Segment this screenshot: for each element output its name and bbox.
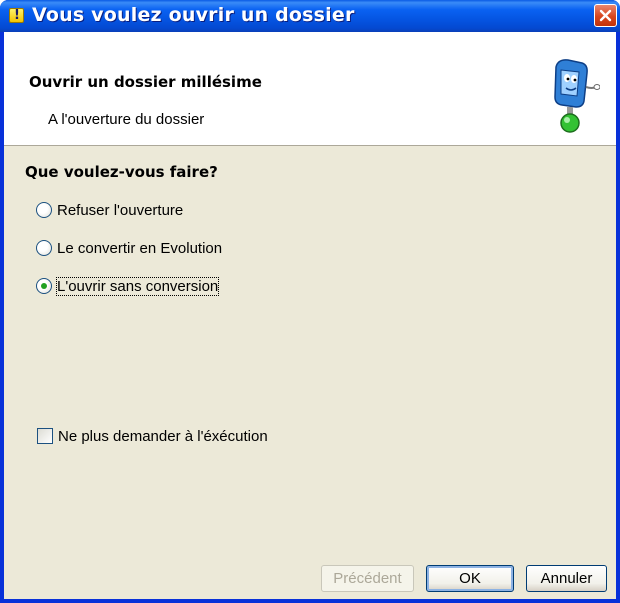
dont-ask-again-label[interactable]: Ne plus demander à l'éxécution [58,428,268,445]
header-title: Ouvrir un dossier millésime [29,73,262,91]
dialog-window: Vous voulez ouvrir un dossier Ouvrir un … [0,0,620,603]
header-subtitle: A l'ouverture du dossier [48,111,205,128]
dont-ask-again-checkbox[interactable]: Ne plus demander à l'éxécution [37,426,268,446]
radio-button[interactable] [36,240,52,256]
ok-button[interactable]: OK [426,565,514,592]
radio-button-selected[interactable] [36,278,52,294]
option-open-label[interactable]: L'ouvrir sans conversion [55,276,220,296]
option-convert-label[interactable]: Le convertir en Evolution [57,240,222,257]
option-refuse-label[interactable]: Refuser l'ouverture [57,202,183,219]
dialog-body: Ouvrir un dossier millésime A l'ouvertur… [4,32,616,599]
option-convert[interactable]: Le convertir en Evolution [36,238,222,258]
option-refuse[interactable]: Refuser l'ouverture [36,200,183,220]
wizard-header: Ouvrir un dossier millésime A l'ouvertur… [4,32,616,146]
close-icon [599,9,612,22]
title-bar[interactable]: Vous voulez ouvrir un dossier [0,0,620,32]
option-open-without-conversion[interactable]: L'ouvrir sans conversion [36,276,220,296]
radio-button[interactable] [36,202,52,218]
window-title: Vous voulez ouvrir un dossier [32,4,355,26]
previous-button[interactable]: Précédent [321,565,414,592]
question-label: Que voulez-vous faire? [25,163,218,181]
cancel-button[interactable]: Annuler [526,565,607,592]
computer-mascot-icon [554,59,600,133]
close-button[interactable] [594,4,617,27]
checkbox[interactable] [37,428,53,444]
warning-icon [9,8,24,23]
